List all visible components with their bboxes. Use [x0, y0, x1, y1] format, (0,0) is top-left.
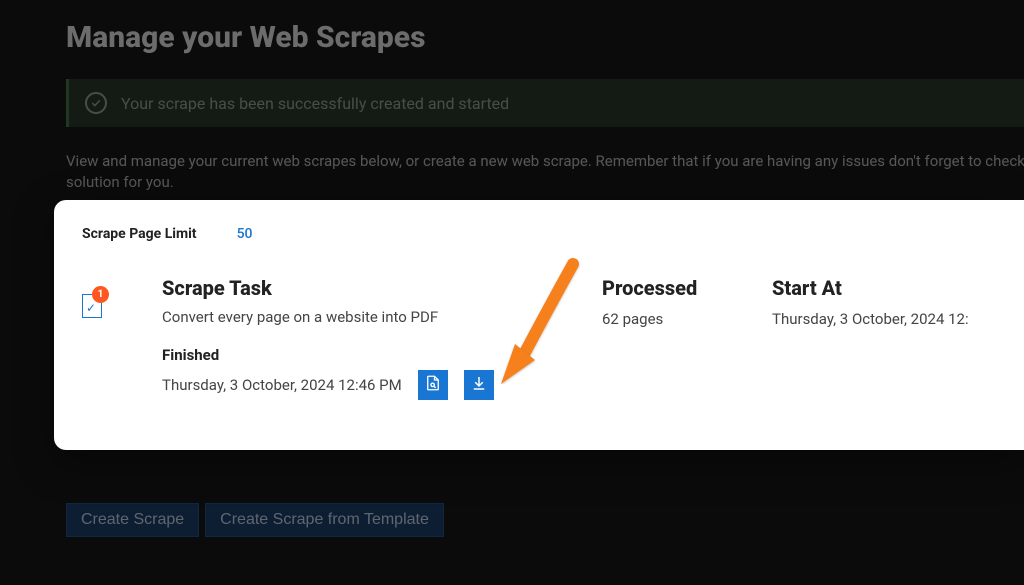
download-button[interactable] — [464, 370, 494, 400]
start-at-value: Thursday, 3 October, 2024 12: — [772, 310, 996, 328]
alert-message: Your scrape has been successfully create… — [121, 94, 509, 113]
processed-value: 62 pages — [602, 310, 772, 328]
task-description: Convert every page on a website into PDF — [162, 308, 602, 326]
start-at-label: Start At — [772, 276, 996, 300]
create-from-template-button[interactable]: Create Scrape from Template — [205, 503, 444, 537]
document-icon-wrap: ✓ 1 — [82, 294, 102, 318]
view-results-button[interactable] — [418, 370, 448, 400]
processed-label: Processed — [602, 276, 772, 300]
scrape-card: Scrape Page Limit 50 ✓ 1 Scrape Task Con… — [54, 200, 1024, 450]
document-search-icon — [424, 374, 442, 396]
intro-paragraph-1: View and manage your current web scrapes… — [66, 151, 1024, 193]
page-title: Manage your Web Scrapes — [66, 20, 1024, 55]
finished-label: Finished — [162, 346, 602, 364]
page-limit-label: Scrape Page Limit — [82, 226, 197, 242]
task-title: Scrape Task — [162, 276, 602, 300]
checkmark-circle-icon — [85, 92, 107, 114]
create-scrape-button[interactable]: Create Scrape — [66, 503, 199, 537]
task-row: ✓ 1 Scrape Task Convert every page on a … — [82, 276, 996, 400]
notification-badge: 1 — [92, 286, 109, 303]
download-icon — [470, 374, 488, 396]
finished-timestamp: Thursday, 3 October, 2024 12:46 PM — [162, 376, 402, 394]
success-alert: Your scrape has been successfully create… — [66, 79, 1024, 127]
page-limit-value[interactable]: 50 — [237, 226, 253, 242]
